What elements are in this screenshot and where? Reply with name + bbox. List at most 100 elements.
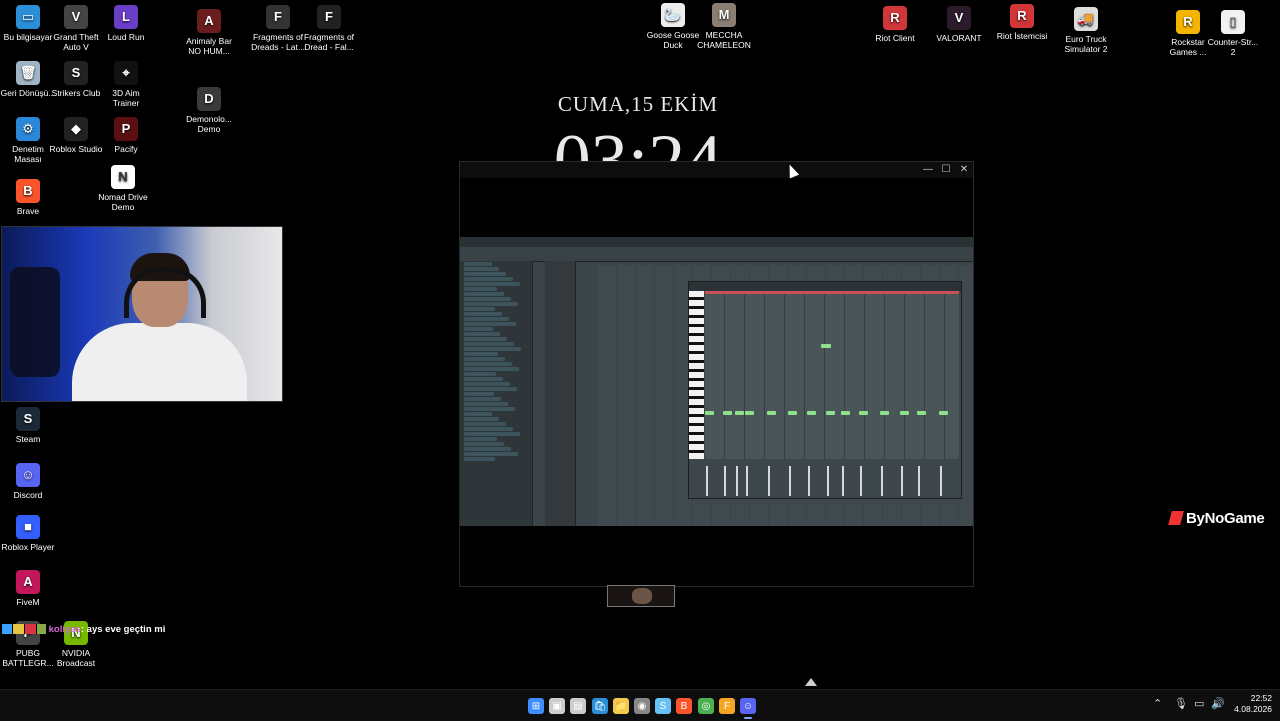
desktop-icon-aim-trainer[interactable]: ⌖ 3D Aim Trainer [98,61,154,108]
loudrun-icon: L [114,5,138,29]
desktop-icon-strikers[interactable]: S Strikers Club [48,61,104,98]
browser-row [464,332,500,336]
desktop-icon-nomad[interactable]: N Nomad Drive Demo [95,165,151,212]
piano-keys [689,291,704,459]
velocity-bar [789,466,791,496]
taskbar-discord[interactable]: ☺ [740,698,756,714]
desktop-icon-cs2[interactable]: ▯ Counter-Str... 2 [1205,10,1261,57]
pacify-icon: P [114,117,138,141]
desktop-icon-label: Demonolo... Demo [186,114,232,134]
midi-note [880,411,889,415]
browser-row [464,442,504,446]
volume-icon[interactable]: 🔊 [1211,697,1225,710]
desktop-icon-label: Pacify [114,144,138,154]
velocity-bar [768,466,770,496]
velocity-bar [827,466,829,496]
control-panel-icon: ⚙ [16,117,40,141]
desktop-icon-goose[interactable]: 🦢 Goose Goose Duck [645,3,701,50]
desktop-icon-label: Fragments of Dread - Fal... [303,32,355,52]
media-window[interactable]: — ☐ ✕ [459,161,974,587]
piano-roll-grid [705,294,959,459]
window-letterbox [460,526,973,586]
browser-row [464,277,513,281]
midi-note [939,411,948,415]
desktop-icon-label: Animaly Bar NO HUM... [186,36,232,56]
browser-row [464,382,510,386]
network-icon[interactable]: ▭ [1194,697,1204,710]
gta-icon: V [64,5,88,29]
desktop-icon-pacify[interactable]: P Pacify [98,117,154,154]
desktop-icon-roblox-player[interactable]: ■ Roblox Player [0,515,56,552]
brand-logo: ByNoGame [1168,510,1265,527]
browser-row [464,407,515,411]
taskbar-explorer[interactable]: 📁 [613,698,629,714]
browser-row [464,437,497,441]
midi-note [788,411,797,415]
midi-note [917,411,926,415]
chat-badges [2,624,46,635]
desktop-icon-brave[interactable]: B Brave [0,179,56,216]
taskbar-brave[interactable]: B [676,698,692,714]
window-titlebar[interactable]: — ☐ ✕ [460,162,973,178]
file-icon: ▯ [1221,10,1245,34]
midi-note [859,411,868,415]
taskbar-widgets[interactable]: ▤ [570,698,586,714]
browser-row [464,387,517,391]
browser-row [464,367,519,371]
valorant-icon: V [947,6,971,30]
show-hidden-icons-icon[interactable]: ⌃ [1153,697,1162,710]
desktop-icon-fod-fall[interactable]: F Fragments of Dread - Fal... [301,5,357,52]
gaming-chair [10,267,60,377]
desktop-icon-label: Counter-Str... 2 [1207,37,1259,57]
desktop-icon-label: FiveM [16,597,40,607]
taskbar-fl-studio[interactable]: F [719,698,735,714]
desktop-icon-loud-run[interactable]: L Loud Run [98,5,154,42]
desktop-icon-fod-latest[interactable]: F Fragments of Dreads - Lat... [250,5,306,52]
velocity-bar [881,466,883,496]
desktop-icon-label: Riot İstemcisi [996,31,1048,41]
desktop-icon-label: MECCHA CHAMELEON [697,30,751,50]
browser-row [464,452,518,456]
microphone-icon[interactable]: 🎙 [1174,697,1188,710]
fl-channel-rack [545,261,576,526]
close-button[interactable]: ✕ [955,162,973,178]
velocity-bar [901,466,903,496]
browser-row [464,292,504,296]
taskbar-start[interactable]: ⊞ [528,698,544,714]
velocity-bar [706,466,708,496]
desktop-icon-roblox-studio[interactable]: ◆ Roblox Studio [48,117,104,154]
taskbar-chrome[interactable]: ◎ [698,698,714,714]
fl-menubar [460,237,973,247]
desktop-icon-steam[interactable]: S Steam [0,407,56,444]
maximize-button[interactable]: ☐ [937,162,955,178]
roblox-studio-icon: ◆ [64,117,88,141]
browser-row [464,377,503,381]
taskbar-clock[interactable]: 22:52 4.08.2026 [1228,693,1272,715]
webcam-feed [1,226,283,402]
taskbar-obs[interactable]: ◉ [634,698,650,714]
taskbar-store[interactable]: 🛍 [592,698,608,714]
browser-row [464,302,518,306]
fl-studio-view [460,237,973,526]
desktop-icon-ets2[interactable]: 🚚 Euro Truck Simulator 2 [1058,7,1114,54]
midi-note [900,411,909,415]
browser-row [464,322,516,326]
clock-date: CUMA,15 EKİM [557,92,719,116]
desktop-icon-meccha[interactable]: M MECCHA CHAMELEON [696,3,752,50]
taskbar: ⊞ ▣ ▤ 🛍 📁 ◉ S B ◎ F ☺ ⌃ 🎙 ▭ 🔊 22:52 4.08.2026 [0,689,1280,721]
taskbar-taskview[interactable]: ▣ [549,698,565,714]
browser-row [464,312,502,316]
minimize-button[interactable]: — [919,162,937,178]
midi-note [807,411,816,415]
desktop-icon-animaly-bar[interactable]: A Animaly Bar NO HUM... [181,9,237,56]
desktop-icon-fivem[interactable]: A FiveM [0,570,56,607]
taskbar-steam[interactable]: S [655,698,671,714]
desktop-icon-valorant[interactable]: V VALORANT [931,6,987,43]
desktop-icon-riot-istemci[interactable]: R Riot İstemcisi [994,4,1050,41]
desktop-icon-riot-client[interactable]: R Riot Client [867,6,923,43]
midi-note [735,411,744,415]
desktop-icon-gta5[interactable]: V Grand Theft Auto V [48,5,104,52]
chat-username: koliyas [48,624,81,635]
desktop-icon-demonolo[interactable]: D Demonolo... Demo [181,87,237,134]
desktop-icon-discord[interactable]: ☺ Discord [0,463,56,500]
